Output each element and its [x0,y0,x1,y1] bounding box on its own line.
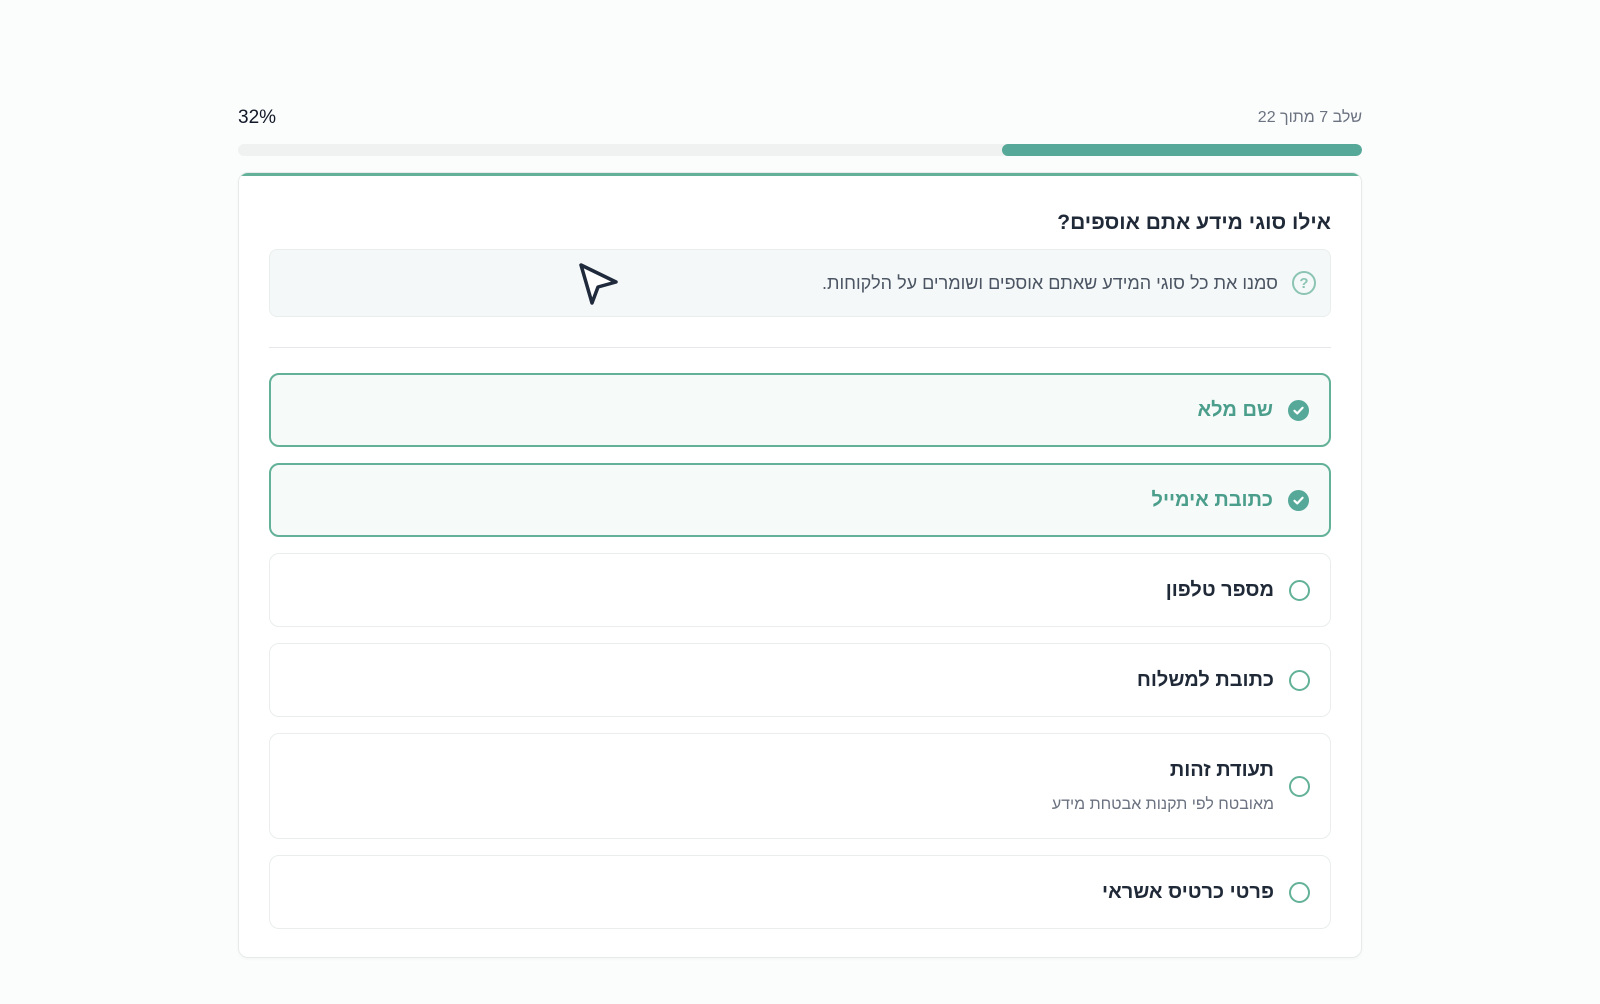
option-email[interactable]: כתובת אימייל [269,463,1331,537]
option-label: שם מלא [1197,398,1273,421]
progress-bar-fill [1002,144,1362,156]
option-sublabel: מאובטח לפי תקנות אבטחת מידע [1051,795,1274,813]
card-accent-bar [239,173,1361,176]
question-circle-icon: ? [1292,271,1316,295]
option-body: תעודת זהות מאובטח לפי תקנות אבטחת מידע [1052,759,1274,814]
option-label: כתובת אימייל [1151,488,1273,511]
question-title: אילו סוגי מידע אתם אוספים? [1057,211,1331,234]
hint-text: סמנו את כל סוגי המידע שאתם אוספים ושומרי… [822,272,1278,293]
option-credit-card[interactable]: פרטי כרטיס אשראי [269,855,1331,929]
step-counter: שלב 7 מתוך 22 [1257,109,1362,126]
question-card: אילו סוגי מידע אתם אוספים? ? סמנו את כל … [238,172,1362,958]
hint-box: ? סמנו את כל סוגי המידע שאתם אוספים ושומ… [269,249,1331,317]
option-label: תעודת זהות [1169,758,1274,781]
options-list: שם מלא כתובת אימייל מספר טלפון כתובת למש… [269,373,1331,945]
option-shipping-address[interactable]: כתובת למשלוח [269,643,1331,717]
option-label: פרטי כרטיס אשראי [1102,880,1274,903]
option-label: כתובת למשלוח [1136,668,1274,691]
checkbox-icon[interactable] [1289,669,1310,691]
progress-section: 32% שלב 7 מתוך 22 [238,104,1362,156]
page: 32% שלב 7 מתוך 22 אילו סוגי מידע אתם אוס… [0,0,1600,1004]
checkmark-icon[interactable] [1288,399,1309,421]
divider [269,347,1331,348]
progress-percent: 32% [238,107,277,128]
option-id-card[interactable]: תעודת זהות מאובטח לפי תקנות אבטחת מידע [269,733,1331,839]
option-body: מספר טלפון [1166,579,1274,602]
option-body: כתובת למשלוח [1137,669,1274,692]
option-body: כתובת אימייל [1152,489,1273,512]
option-body: פרטי כרטיס אשראי [1102,881,1274,904]
option-body: שם מלא [1198,399,1273,422]
mouse-pointer-icon [578,262,620,313]
option-full-name[interactable]: שם מלא [269,373,1331,447]
checkmark-icon[interactable] [1288,489,1309,511]
checkbox-icon[interactable] [1289,775,1310,797]
progress-bar [238,144,1362,156]
progress-header: 32% שלב 7 מתוך 22 [238,104,1362,132]
checkbox-icon[interactable] [1289,881,1310,903]
option-phone[interactable]: מספר טלפון [269,553,1331,627]
option-label: מספר טלפון [1165,578,1274,601]
checkbox-icon[interactable] [1289,579,1310,601]
